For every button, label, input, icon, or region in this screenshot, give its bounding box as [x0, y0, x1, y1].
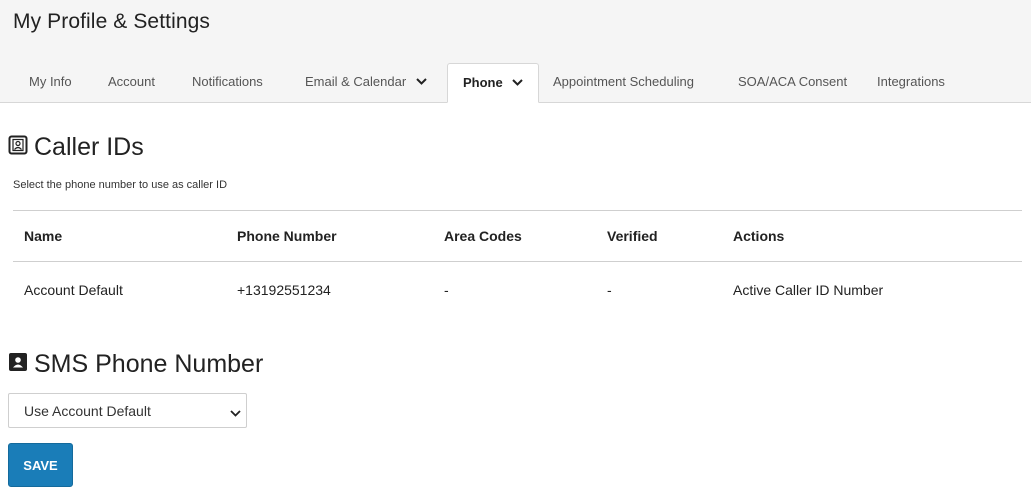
table-header-row: Name Phone Number Area Codes Verified Ac…: [13, 210, 1022, 262]
contact-card-icon: [8, 350, 28, 379]
column-header-name: Name: [24, 228, 63, 244]
column-header-area-codes: Area Codes: [444, 228, 522, 244]
tab-label: Email & Calendar: [305, 74, 407, 89]
tab-soa-aca-consent[interactable]: SOA/ACA Consent: [738, 63, 847, 103]
select-value: Use Account Default: [24, 402, 151, 419]
cell-actions-status: Active Caller ID Number: [733, 282, 884, 298]
sms-phone-number-heading: SMS Phone Number: [8, 350, 263, 379]
page-header: My Profile & Settings My Info Account No…: [0, 0, 1031, 103]
tab-phone[interactable]: Phone: [447, 63, 540, 103]
sms-phone-number-select[interactable]: Use Account Default: [8, 393, 247, 428]
contact-card-icon: [8, 133, 28, 162]
section-title-text: Caller IDs: [34, 133, 144, 161]
caller-ids-description: Select the phone number to use as caller…: [13, 179, 228, 191]
caller-ids-table: Name Phone Number Area Codes Verified Ac…: [13, 210, 1022, 318]
tab-label: My Info: [29, 74, 72, 89]
column-header-phone-number: Phone Number: [237, 228, 337, 244]
caller-ids-heading: Caller IDs: [8, 133, 144, 162]
tab-label: SOA/ACA Consent: [738, 74, 848, 89]
tab-appointment-scheduling[interactable]: Appointment Scheduling: [553, 63, 694, 103]
cell-verified: -: [607, 282, 612, 298]
tab-label: Account: [108, 74, 155, 89]
column-header-verified: Verified: [607, 228, 658, 244]
tab-label: Phone: [463, 75, 503, 90]
page-title: My Profile & Settings: [13, 10, 211, 33]
tab-label: Appointment Scheduling: [553, 74, 694, 89]
cell-name: Account Default: [24, 282, 123, 298]
save-button[interactable]: SAVE: [8, 443, 73, 487]
cell-phone-number: +13192551234: [237, 282, 331, 298]
tab-account[interactable]: Account: [108, 63, 155, 103]
column-header-actions: Actions: [733, 228, 785, 244]
tab-email-calendar[interactable]: Email & Calendar: [305, 63, 427, 103]
tab-label: Notifications: [192, 74, 263, 89]
tab-notifications[interactable]: Notifications: [192, 63, 263, 103]
chevron-down-icon: [416, 62, 427, 100]
chevron-down-icon: [230, 404, 241, 420]
chevron-down-icon: [512, 63, 524, 101]
cell-area-codes: -: [444, 282, 449, 298]
tab-label: Integrations: [877, 74, 945, 89]
tab-integrations[interactable]: Integrations: [877, 63, 945, 103]
table-row: Account Default +13192551234 - - Active …: [13, 262, 1022, 318]
tab-my-info[interactable]: My Info: [29, 63, 72, 103]
section-title-text: SMS Phone Number: [34, 350, 264, 378]
